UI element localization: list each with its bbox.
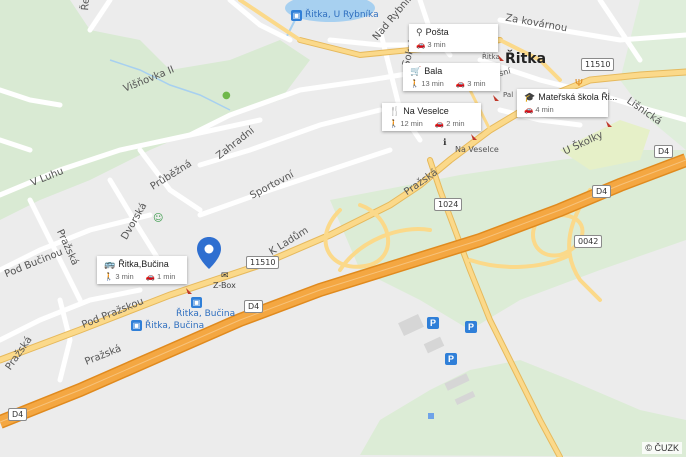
card-pointer-arrow: [606, 121, 612, 127]
transit-label: Řitka, U Rybníka: [305, 10, 379, 20]
school-icon: 🎓: [524, 92, 536, 102]
bus-stop-icon[interactable]: ▣: [291, 10, 302, 21]
road-shield: 11510: [581, 58, 615, 71]
road-shield: 11510: [246, 256, 280, 269]
drive-time: 2 min: [446, 119, 465, 128]
car-icon: 🚗: [145, 272, 156, 281]
restaurant-icon: 🍴: [389, 106, 401, 116]
walk-icon: 🚶: [104, 272, 114, 281]
poi-card-na-veselce[interactable]: 🍴 Na Veselce 🚶 12 min 🚗 2 min: [382, 103, 481, 131]
map-copyright: © ČUZK: [642, 442, 682, 454]
parking-icon[interactable]: P: [445, 353, 457, 365]
road-shield: D4: [244, 300, 264, 313]
poi-card-ritka-bucina[interactable]: 🚌 Řitka,Bučina 🚶 3 min 🚗 1 min: [97, 256, 187, 284]
parking-icon[interactable]: P: [465, 321, 477, 333]
bus-stop-icon[interactable]: ▣: [191, 297, 202, 308]
road-shield: 1024: [434, 198, 463, 211]
walk-time: 13 min: [421, 79, 444, 88]
road-shield: D4: [592, 185, 612, 198]
drive-time: 4 min: [535, 105, 554, 114]
car-icon: 🚗: [455, 79, 466, 88]
card-title: Pošta: [425, 27, 449, 37]
card-pointer-arrow: [493, 95, 499, 101]
card-title: Řitka,Bučina: [118, 259, 169, 269]
shopping-cart-icon: 🛒: [410, 66, 422, 76]
card-title: Mateřská škola Ři...: [538, 92, 618, 102]
walk-time: 12 min: [400, 119, 423, 128]
pedestrian-route-icon: ⚲: [416, 27, 423, 37]
poi-card-bala[interactable]: 🛒 Bala 🚶 13 min 🚗 3 min: [403, 63, 500, 91]
walk-icon: 🚶: [410, 79, 420, 88]
location-pin-icon[interactable]: [197, 237, 221, 269]
road-shield: D4: [8, 408, 28, 421]
bus-stop-icon[interactable]: ▣: [131, 320, 142, 331]
transit-label: Řitka, Bučina: [145, 321, 205, 331]
bus-stop-icon: 🚌: [104, 259, 116, 269]
card-title: Bala: [424, 66, 443, 76]
parking-icon[interactable]: P: [427, 317, 439, 329]
walk-icon: 🚶: [389, 119, 399, 128]
drive-time: 3 min: [427, 40, 446, 49]
drive-time: 1 min: [157, 272, 176, 281]
card-pointer-arrow: [186, 288, 192, 294]
card-pointer-arrow: [498, 55, 504, 61]
poi-card-posta[interactable]: ⚲ Pošta 🚗 3 min: [409, 24, 498, 52]
card-pointer-arrow: [471, 134, 477, 140]
drive-time: 3 min: [467, 79, 486, 88]
road-shield: D4: [654, 145, 674, 158]
road-shield: 0042: [574, 235, 603, 248]
poi-card-materska-skola[interactable]: 🎓 Mateřská škola Ři... 🚗 4 min: [517, 89, 617, 117]
car-icon: 🚗: [416, 40, 426, 49]
card-title: Na Veselce: [403, 106, 449, 116]
car-icon: 🚗: [524, 105, 534, 114]
walk-time: 3 min: [115, 272, 134, 281]
car-icon: 🚗: [434, 119, 445, 128]
transit-label: Řitka, Bučina: [176, 309, 236, 319]
